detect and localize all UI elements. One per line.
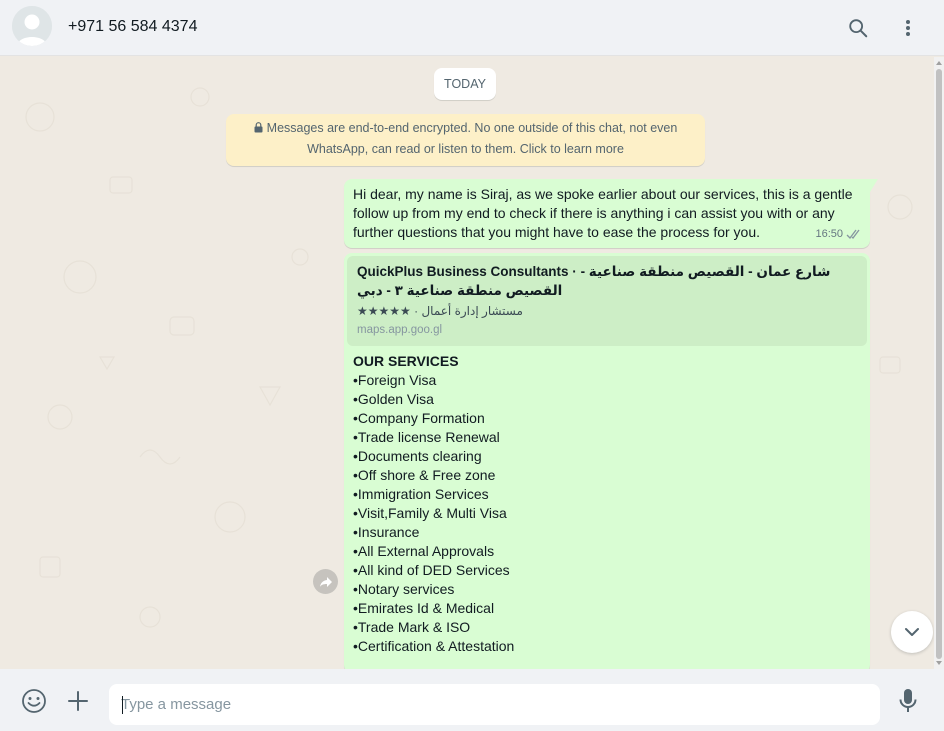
search-icon: [849, 19, 868, 38]
encryption-notice[interactable]: Messages are end-to-end encrypted. No on…: [226, 114, 705, 166]
default-avatar-icon: [12, 6, 52, 46]
message-text: Hi dear, my name is Siraj, as we spoke e…: [353, 186, 853, 240]
bubble-tail: [870, 179, 878, 192]
emoji-icon: [22, 689, 46, 713]
menu-button[interactable]: [893, 13, 923, 43]
message-time: 16:50: [815, 228, 843, 240]
message-meta: 16:50: [815, 225, 862, 244]
scroll-up-arrow[interactable]: [936, 61, 942, 65]
lock-icon: [254, 122, 263, 133]
services-list: OUR SERVICES •Foreign Visa •Golden Visa …: [347, 346, 867, 656]
service-item: •Certification & Attestation: [353, 638, 515, 654]
chat-header: +971 56 584 4374: [0, 0, 944, 56]
service-item: •Trade license Renewal: [353, 429, 500, 445]
forward-button[interactable]: [313, 569, 338, 594]
outgoing-message[interactable]: Hi dear, my name is Siraj, as we spoke e…: [344, 179, 878, 248]
link-preview-title: QuickPlus Business Consultants · شارع عم…: [357, 264, 831, 298]
service-item: •Visit,Family & Multi Visa: [353, 505, 507, 521]
scroll-down-arrow[interactable]: [936, 661, 942, 665]
service-item: •Immigration Services: [353, 486, 489, 502]
microphone-icon: [899, 689, 917, 712]
service-item: •Documents clearing: [353, 448, 482, 464]
contact-name[interactable]: +971 56 584 4374: [68, 18, 197, 36]
double-check-icon: [846, 229, 860, 239]
link-preview-description: مستشار إدارة أعمال · ★★★★★: [357, 304, 523, 318]
service-item: •Off shore & Free zone: [353, 467, 496, 483]
outgoing-message-with-link[interactable]: QuickPlus Business Consultants · شارع عم…: [344, 253, 870, 669]
forward-icon: [319, 576, 332, 587]
service-item: •Emirates Id & Medical: [353, 600, 495, 616]
service-item: •Foreign Visa: [353, 372, 437, 388]
message-list[interactable]: TODAY Messages are end-to-end encrypted.…: [0, 57, 944, 669]
search-button[interactable]: [843, 13, 873, 43]
kebab-menu-icon: [906, 20, 910, 36]
service-item: •All kind of DED Services: [353, 562, 510, 578]
emoji-button[interactable]: [19, 686, 49, 716]
chat-scrollbar[interactable]: [934, 57, 944, 669]
services-title: OUR SERVICES: [353, 353, 459, 369]
text-caret: [122, 696, 123, 714]
attach-button[interactable]: [63, 686, 93, 716]
message-input[interactable]: [109, 684, 880, 725]
composer-bar: [0, 669, 944, 731]
service-item: •Trade Mark & ISO: [353, 619, 471, 635]
voice-message-button[interactable]: [893, 686, 923, 716]
link-preview-domain: maps.app.goo.gl: [357, 324, 443, 336]
scroll-to-bottom-button[interactable]: [891, 611, 933, 653]
service-item: •Golden Visa: [353, 391, 434, 407]
link-preview-card[interactable]: QuickPlus Business Consultants · شارع عم…: [347, 256, 867, 346]
service-item: •Notary services: [353, 581, 455, 597]
service-item: •Insurance: [353, 524, 420, 540]
plus-icon: [68, 691, 88, 711]
service-item: •Company Formation: [353, 410, 485, 426]
date-chip: TODAY: [434, 68, 496, 100]
contact-avatar[interactable]: [12, 6, 52, 46]
scroll-thumb[interactable]: [936, 69, 942, 659]
chevron-down-icon: [905, 628, 919, 636]
service-item: •All External Approvals: [353, 543, 495, 559]
encryption-notice-text: Messages are end-to-end encrypted. No on…: [266, 121, 678, 156]
